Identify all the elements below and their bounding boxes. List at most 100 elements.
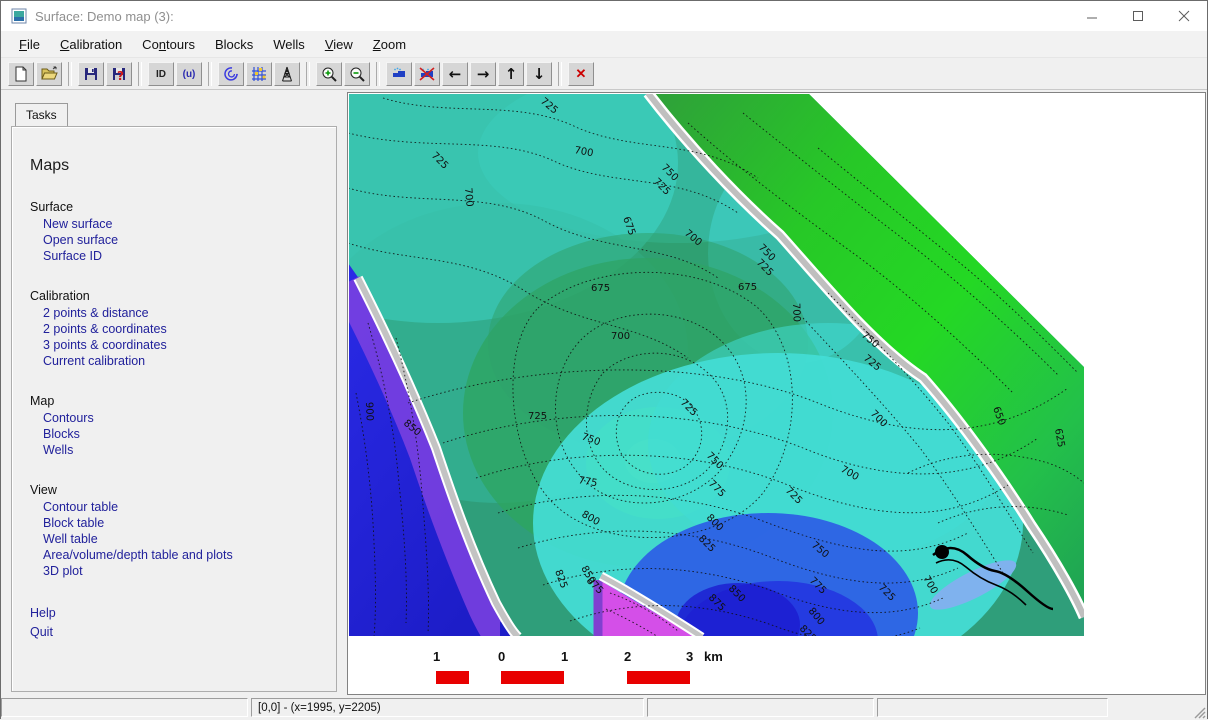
sidebar-link-area-volume-depth-table-and-plots[interactable]: Area/volume/depth table and plots	[30, 547, 326, 563]
contour-label: 675	[738, 282, 757, 293]
sidebar-link-blocks[interactable]: Blocks	[30, 426, 326, 442]
save-icon	[83, 66, 99, 82]
pan-tool-icon	[391, 66, 407, 82]
sidebar-link-open-surface[interactable]: Open surface	[30, 232, 326, 248]
pan-tool-button[interactable]	[386, 62, 412, 86]
id-label: ID	[156, 69, 166, 80]
pan-off-icon	[419, 66, 435, 82]
scale-label: 2	[624, 649, 631, 664]
scale-bar-segment	[436, 671, 469, 684]
status-panel	[877, 698, 1108, 717]
section-heading-map: Map	[30, 393, 326, 410]
menu-bar: FileCalibrationContoursBlocksWellsViewZo…	[1, 31, 1207, 58]
toolbar-separator	[558, 62, 562, 86]
open-file-button[interactable]	[36, 62, 62, 86]
scale-label: 1	[561, 649, 568, 664]
sidebar-link-2-points-coordinates[interactable]: 2 points & coordinates	[30, 321, 326, 337]
scale-bar-segment	[501, 671, 564, 684]
pan-down-button[interactable]: ↓	[526, 62, 552, 86]
scale-label: 3	[686, 649, 693, 664]
menu-view[interactable]: View	[315, 33, 363, 56]
contour-label: 700	[462, 187, 475, 207]
sidebar-link-3-points-coordinates[interactable]: 3 points & coordinates	[30, 337, 326, 353]
pan-left-button[interactable]: ←	[442, 62, 468, 86]
menu-file[interactable]: File	[9, 33, 50, 56]
contour-label: 900	[363, 402, 375, 421]
toolbar-separator	[208, 62, 212, 86]
tasks-sidebar: Tasks Maps SurfaceNew surfaceOpen surfac…	[3, 93, 345, 695]
tab-tasks[interactable]: Tasks	[15, 103, 68, 126]
status-panel	[647, 698, 874, 717]
sidebar-link-contour-table[interactable]: Contour table	[30, 499, 326, 515]
zoom-out-button[interactable]	[344, 62, 370, 86]
menu-zoom[interactable]: Zoom	[363, 33, 416, 56]
contour-label: 725	[528, 411, 547, 422]
close-icon	[1178, 10, 1190, 22]
section-heading-view: View	[30, 482, 326, 499]
zoom-in-button[interactable]	[316, 62, 342, 86]
status-panel	[1, 698, 248, 717]
calibration-button[interactable]	[218, 62, 244, 86]
menu-blocks[interactable]: Blocks	[205, 33, 263, 56]
calibration-swirl-icon	[223, 66, 239, 82]
scale-label: 0	[498, 649, 505, 664]
svg-text:?: ?	[117, 69, 124, 82]
menu-wells[interactable]: Wells	[263, 33, 315, 56]
map-scale-bar: 1 0 1 2 3 km	[348, 649, 1088, 695]
sidebar-link-current-calibration[interactable]: Current calibration	[30, 353, 326, 369]
zoom-out-icon	[349, 66, 366, 83]
sidebar-link-help[interactable]: Help	[30, 605, 326, 621]
section-heading-surface: Surface	[30, 199, 326, 216]
map-image-icon	[11, 8, 27, 24]
sidebar-link-3d-plot[interactable]: 3D plot	[30, 563, 326, 579]
save-button[interactable]	[78, 62, 104, 86]
minimize-button[interactable]	[1069, 1, 1115, 31]
units-label: (u)	[183, 69, 196, 80]
sidebar-link-well-table[interactable]: Well table	[30, 531, 326, 547]
toolbar-separator	[306, 62, 310, 86]
surface-id-button[interactable]: ID	[148, 62, 174, 86]
new-file-icon	[13, 66, 29, 82]
map-panel: 7257007257007507256757007507257007507256…	[347, 92, 1206, 695]
maximize-button[interactable]	[1115, 1, 1161, 31]
sidebar-link-contours[interactable]: Contours	[30, 410, 326, 426]
pan-right-button[interactable]: →	[470, 62, 496, 86]
toolbar: ? ID (u) ← → ↑ ↓ ✕	[1, 59, 1207, 90]
scale-label: 1	[433, 649, 440, 664]
arrow-down-icon: ↓	[533, 65, 546, 83]
arrow-left-icon: ←	[449, 65, 462, 83]
scale-unit: km	[704, 649, 723, 664]
panel-title: Maps	[30, 157, 326, 175]
arrow-right-icon: →	[477, 65, 490, 83]
new-file-button[interactable]	[8, 62, 34, 86]
save-as-button[interactable]: ?	[106, 62, 132, 86]
menu-contours[interactable]: Contours	[132, 33, 205, 56]
resize-grip[interactable]	[1192, 705, 1206, 719]
sidebar-link-surface-id[interactable]: Surface ID	[30, 248, 326, 264]
scale-bar-segment	[627, 671, 690, 684]
delete-button[interactable]: ✕	[568, 62, 594, 86]
menu-calibration[interactable]: Calibration	[50, 33, 132, 56]
status-coordinates: [0,0] - (x=1995, y=2205)	[251, 698, 644, 717]
sidebar-link-quit[interactable]: Quit	[30, 624, 326, 640]
sidebar-link-wells[interactable]: Wells	[30, 442, 326, 458]
wells-button[interactable]	[274, 62, 300, 86]
open-folder-icon	[41, 66, 58, 82]
contour-label: 700	[611, 331, 630, 342]
sidebar-link-block-table[interactable]: Block table	[30, 515, 326, 531]
blocks-grid-button[interactable]	[246, 62, 272, 86]
sidebar-link-new-surface[interactable]: New surface	[30, 216, 326, 232]
units-button[interactable]: (u)	[176, 62, 202, 86]
sidebar-link-2-points-distance[interactable]: 2 points & distance	[30, 305, 326, 321]
toolbar-separator	[376, 62, 380, 86]
zoom-in-icon	[321, 66, 338, 83]
minimize-icon	[1086, 10, 1098, 22]
contour-map-canvas[interactable]: 7257007257007507256757007507257007507256…	[348, 93, 1085, 637]
tasks-panel: Maps SurfaceNew surfaceOpen surfaceSurfa…	[11, 126, 337, 692]
pan-off-button[interactable]	[414, 62, 440, 86]
well-tower-icon	[279, 66, 295, 82]
toolbar-separator	[138, 62, 142, 86]
close-button[interactable]	[1161, 1, 1207, 31]
pan-up-button[interactable]: ↑	[498, 62, 524, 86]
title-bar: Surface: Demo map (3):	[1, 1, 1207, 31]
